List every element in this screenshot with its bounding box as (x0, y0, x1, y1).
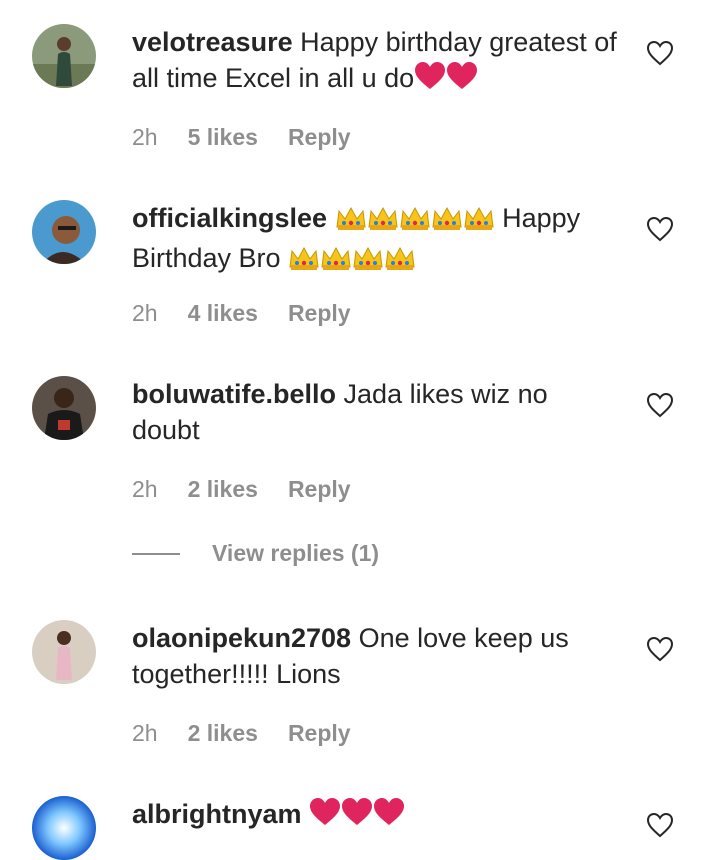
likes-count[interactable]: 4 likes (188, 300, 258, 327)
crown-emoji-icon (399, 204, 431, 240)
timestamp: 2h (132, 124, 158, 150)
reply-button[interactable]: Reply (288, 300, 351, 327)
comment-meta: 2h 5 likes Reply (132, 124, 351, 151)
avatar[interactable] (32, 200, 96, 264)
crown-emoji-icon (384, 244, 416, 280)
timestamp: 2h (132, 300, 158, 326)
comment-meta: 2h 2 likes Reply (132, 476, 351, 503)
like-heart-icon[interactable] (646, 216, 674, 242)
crown-emoji-icon (367, 204, 399, 240)
view-replies-label: View replies (1) (212, 540, 380, 566)
like-heart-icon[interactable] (646, 392, 674, 418)
view-replies-button[interactable]: View replies (1) (132, 540, 379, 567)
comment-text: albrightnyam (132, 796, 622, 836)
like-heart-icon[interactable] (646, 636, 674, 662)
timestamp: 2h (132, 720, 158, 746)
username[interactable]: officialkingslee (132, 203, 327, 233)
likes-count[interactable]: 2 likes (188, 720, 258, 747)
comment-text: velotreasure Happy birthday greatest of … (132, 24, 622, 100)
avatar[interactable] (32, 796, 96, 860)
red-heart-emoji-icon (414, 61, 446, 100)
likes-count[interactable]: 2 likes (188, 476, 258, 503)
username[interactable]: boluwatife.bello (132, 379, 336, 409)
avatar[interactable] (32, 24, 96, 88)
avatar[interactable] (32, 376, 96, 440)
reply-button[interactable]: Reply (288, 720, 351, 747)
red-heart-emoji-icon (373, 797, 405, 836)
username[interactable]: velotreasure (132, 27, 293, 57)
timestamp: 2h (132, 476, 158, 502)
crown-emoji-icon (320, 244, 352, 280)
like-heart-icon[interactable] (646, 40, 674, 66)
comment-meta: 2h 2 likes Reply (132, 720, 351, 747)
red-heart-emoji-icon (309, 797, 341, 836)
red-heart-emoji-icon (341, 797, 373, 836)
comment-text: officialkingslee Happy Birthday Bro (132, 200, 622, 280)
username[interactable]: olaonipekun2708 (132, 623, 351, 653)
like-heart-icon[interactable] (646, 812, 674, 838)
crown-emoji-icon (352, 244, 384, 280)
avatar[interactable] (32, 620, 96, 684)
comment-meta: 2h 4 likes Reply (132, 300, 351, 327)
divider-line (132, 552, 180, 555)
reply-button[interactable]: Reply (288, 476, 351, 503)
comment-text: olaonipekun2708 One love keep us togethe… (132, 620, 622, 692)
crown-emoji-icon (463, 204, 495, 240)
crown-emoji-icon (335, 204, 367, 240)
comment-text: boluwatife.bello Jada likes wiz no doubt (132, 376, 622, 448)
reply-button[interactable]: Reply (288, 124, 351, 151)
crown-emoji-icon (288, 244, 320, 280)
username[interactable]: albrightnyam (132, 799, 302, 829)
likes-count[interactable]: 5 likes (188, 124, 258, 151)
crown-emoji-icon (431, 204, 463, 240)
red-heart-emoji-icon (446, 61, 478, 100)
